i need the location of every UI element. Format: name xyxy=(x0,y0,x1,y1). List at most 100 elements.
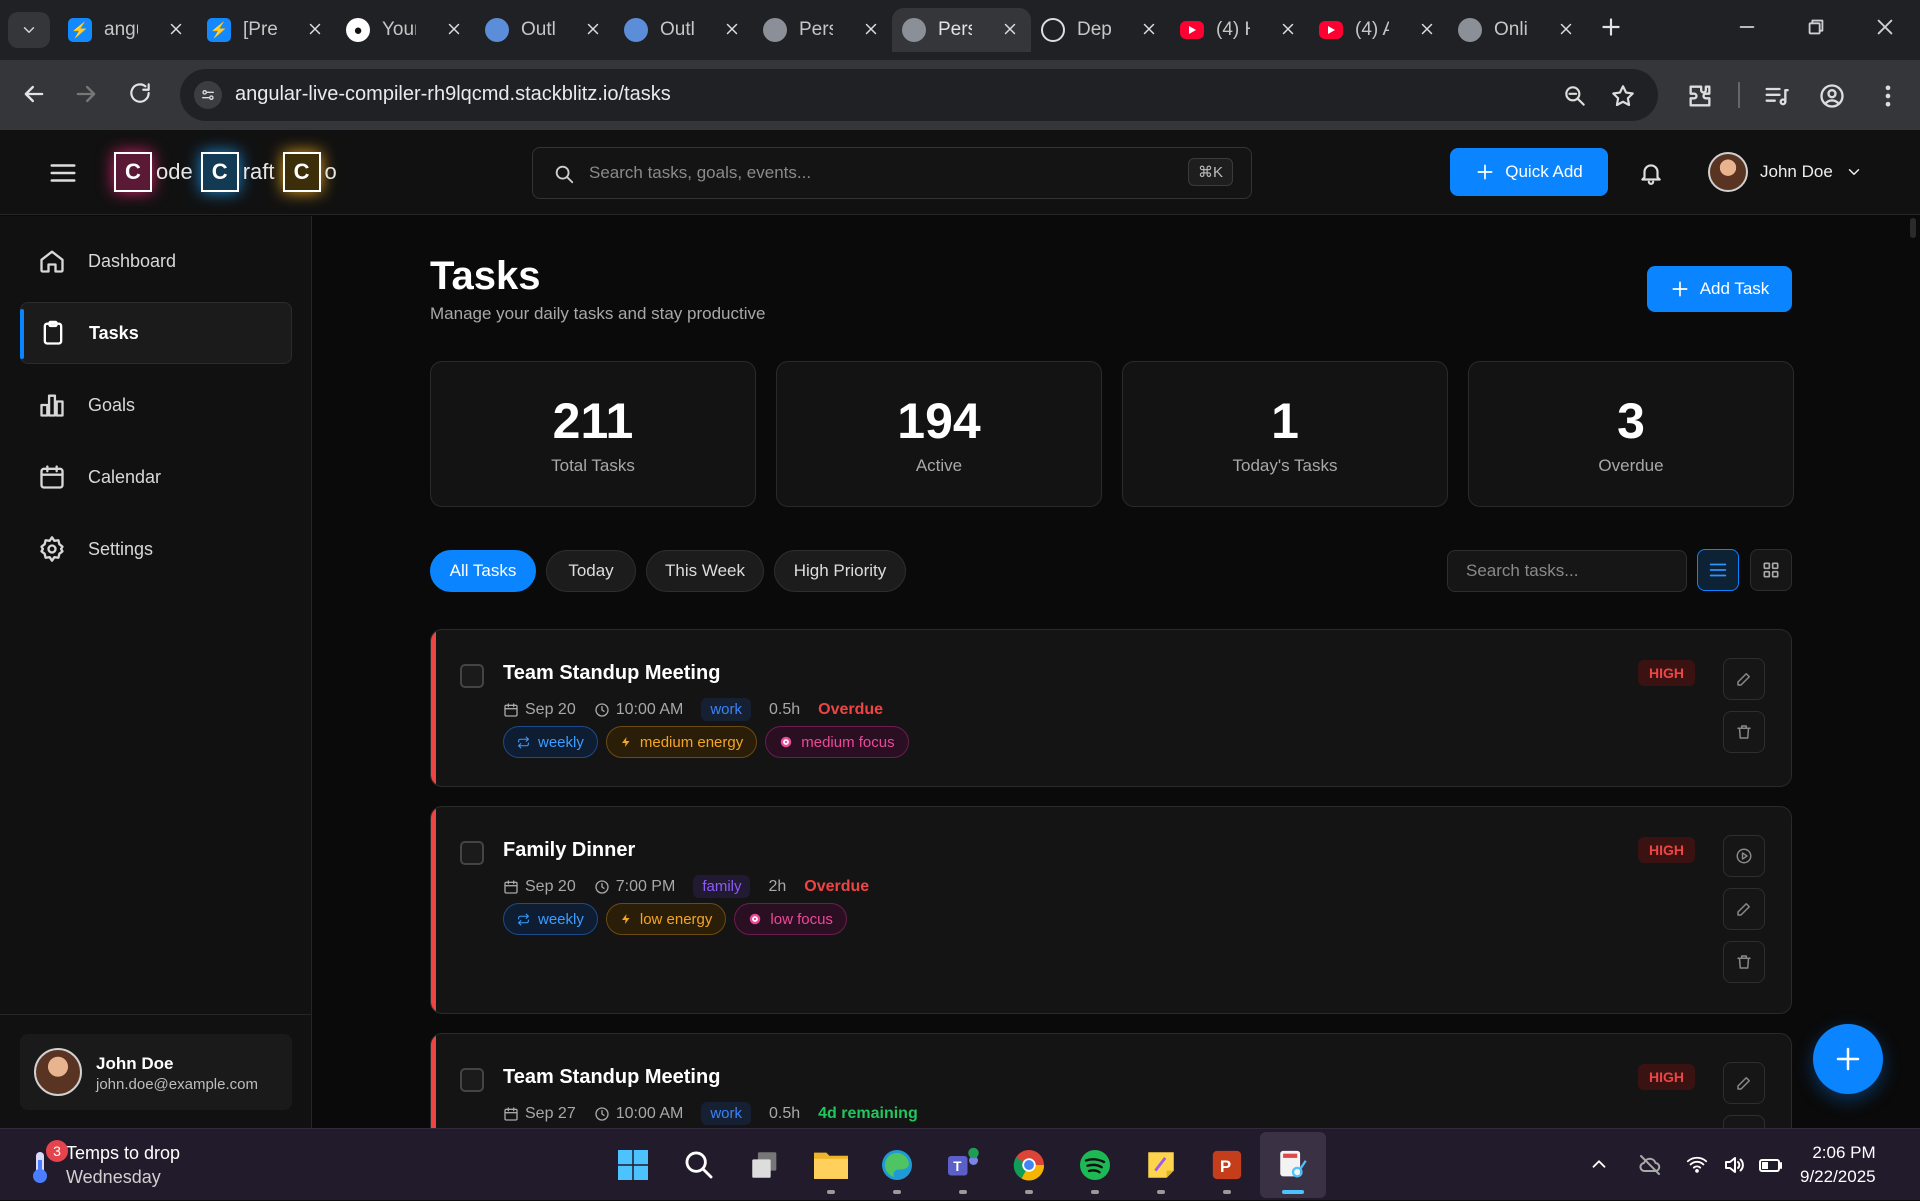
filter-all-tasks[interactable]: All Tasks xyxy=(430,550,536,592)
sidebar-item-tasks[interactable]: Tasks xyxy=(20,302,292,364)
taskbar-app-teams[interactable]: T xyxy=(930,1132,996,1198)
focus-tag: low focus xyxy=(734,903,847,935)
user-menu[interactable]: John Doe xyxy=(1708,152,1863,192)
plus-icon xyxy=(1477,164,1493,180)
weather-widget[interactable]: 3 Temps to drop Wednesday xyxy=(28,1139,180,1188)
delete-task-button[interactable] xyxy=(1723,711,1765,753)
address-bar[interactable]: angular-live-compiler-rh9lqcmd.stackblit… xyxy=(180,69,1658,121)
task-view-button[interactable] xyxy=(732,1132,798,1198)
quick-add-button[interactable]: Quick Add xyxy=(1450,148,1608,196)
cloud-off-icon[interactable] xyxy=(1638,1153,1662,1177)
taskbar-app-edge[interactable] xyxy=(864,1132,930,1198)
forward-icon[interactable] xyxy=(72,80,100,108)
browser-tab[interactable]: Personal xyxy=(753,8,892,52)
hamburger-menu-icon[interactable] xyxy=(48,158,78,188)
sidebar-item-dashboard[interactable]: Dashboard xyxy=(20,230,292,292)
grid-view-button[interactable] xyxy=(1750,549,1792,591)
filter-high-priority[interactable]: High Priority xyxy=(774,550,906,592)
browser-tab[interactable]: Outlook xyxy=(614,8,753,52)
task-checkbox[interactable] xyxy=(460,841,484,865)
sidebar-user-card[interactable]: John Doe john.doe@example.com xyxy=(20,1034,292,1110)
sidebar-item-label: Calendar xyxy=(88,466,162,487)
global-search-input[interactable] xyxy=(589,148,1149,198)
sidebar-item-goals[interactable]: Goals xyxy=(20,374,292,436)
task-checkbox[interactable] xyxy=(460,1068,484,1092)
sidebar-item-calendar[interactable]: Calendar xyxy=(20,446,292,508)
start-task-button[interactable] xyxy=(1723,835,1765,877)
windows-icon xyxy=(618,1150,648,1180)
floating-add-button[interactable] xyxy=(1813,1024,1883,1094)
task-card[interactable]: Family Dinner Sep 20 7:00 PM family 2h O… xyxy=(430,806,1792,1014)
list-view-button[interactable] xyxy=(1697,549,1739,591)
filter-this-week[interactable]: This Week xyxy=(646,550,764,592)
task-search-input[interactable] xyxy=(1447,550,1687,592)
close-icon[interactable] xyxy=(1001,20,1019,38)
volume-icon[interactable] xyxy=(1722,1153,1746,1177)
browser-menu-icon[interactable] xyxy=(1874,82,1902,110)
extensions-icon[interactable] xyxy=(1686,82,1714,110)
new-tab-icon[interactable] xyxy=(1598,14,1624,40)
profile-icon[interactable] xyxy=(1818,82,1846,110)
taskbar-search[interactable] xyxy=(666,1132,732,1198)
browser-tab[interactable]: (4) H xyxy=(1170,8,1309,52)
edit-task-button[interactable] xyxy=(1723,888,1765,930)
restore-icon[interactable] xyxy=(1805,16,1827,38)
task-status: Overdue xyxy=(818,700,884,718)
close-window-icon[interactable] xyxy=(1874,16,1896,38)
close-icon[interactable] xyxy=(862,20,880,38)
taskbar-app-chrome[interactable] xyxy=(996,1132,1062,1198)
close-icon[interactable] xyxy=(723,20,741,38)
site-info-icon[interactable] xyxy=(194,81,222,109)
back-icon[interactable] xyxy=(20,80,48,108)
notification-bell-icon[interactable] xyxy=(1638,160,1664,186)
close-icon[interactable] xyxy=(306,20,324,38)
system-clock[interactable]: 2:06 PM 9/22/2025 xyxy=(1800,1141,1876,1189)
close-icon[interactable] xyxy=(1279,20,1297,38)
page-subtitle: Manage your daily tasks and stay product… xyxy=(430,304,766,323)
close-icon[interactable] xyxy=(584,20,602,38)
repeat-icon xyxy=(518,736,529,748)
app-logo[interactable]: Code Craft Co xyxy=(114,152,345,192)
taskbar-app-sticky-notes[interactable] xyxy=(1128,1132,1194,1198)
taskbar-app-snipping-tool[interactable] xyxy=(1260,1132,1326,1198)
filter-today[interactable]: Today xyxy=(546,550,636,592)
task-card[interactable]: Team Standup Meeting Sep 27 10:00 AM wor… xyxy=(430,1033,1792,1128)
scrollbar-thumb[interactable] xyxy=(1910,218,1916,238)
zoom-icon[interactable] xyxy=(1562,83,1588,109)
taskbar-app-powerpoint[interactable]: P xyxy=(1194,1132,1260,1198)
browser-tab[interactable]: Outlook xyxy=(475,8,614,52)
browser-tab[interactable]: Online xyxy=(1448,8,1587,52)
task-card[interactable]: Team Standup Meeting Sep 20 10:00 AM wor… xyxy=(430,629,1792,787)
task-checkbox[interactable] xyxy=(460,664,484,688)
start-button[interactable] xyxy=(600,1132,666,1198)
browser-tab-active[interactable]: Personal xyxy=(892,8,1031,52)
close-icon[interactable] xyxy=(1557,20,1575,38)
bookmark-star-icon[interactable] xyxy=(1610,83,1636,109)
battery-icon[interactable] xyxy=(1758,1153,1784,1177)
add-task-button[interactable]: Add Task xyxy=(1647,266,1792,312)
browser-tab[interactable]: ⚡ [Preview] xyxy=(197,8,336,52)
close-icon[interactable] xyxy=(1418,20,1436,38)
wifi-icon[interactable] xyxy=(1686,1153,1708,1175)
taskbar-app-explorer[interactable] xyxy=(798,1132,864,1198)
close-icon[interactable] xyxy=(445,20,463,38)
close-icon[interactable] xyxy=(1140,20,1158,38)
page-scrollbar[interactable] xyxy=(1907,216,1920,1128)
browser-tab[interactable]: ⚡ angular xyxy=(58,8,197,52)
media-control-icon[interactable] xyxy=(1762,82,1790,110)
browser-tab[interactable]: ● Your xyxy=(336,8,475,52)
url-text[interactable]: angular-live-compiler-rh9lqcmd.stackblit… xyxy=(235,83,671,106)
browser-tab[interactable]: (4) A xyxy=(1309,8,1448,52)
reload-icon[interactable] xyxy=(127,80,153,106)
delete-task-button[interactable] xyxy=(1723,1115,1765,1128)
edit-task-button[interactable] xyxy=(1723,1062,1765,1104)
tab-search-dropdown[interactable] xyxy=(8,12,50,48)
close-icon[interactable] xyxy=(167,20,185,38)
delete-task-button[interactable] xyxy=(1723,941,1765,983)
sidebar-item-settings[interactable]: Settings xyxy=(20,518,292,580)
taskbar-app-spotify[interactable] xyxy=(1062,1132,1128,1198)
edit-task-button[interactable] xyxy=(1723,658,1765,700)
chevron-up-icon[interactable] xyxy=(1588,1153,1610,1175)
minimize-icon[interactable] xyxy=(1736,16,1758,38)
browser-tab[interactable]: Deploy xyxy=(1031,8,1170,52)
